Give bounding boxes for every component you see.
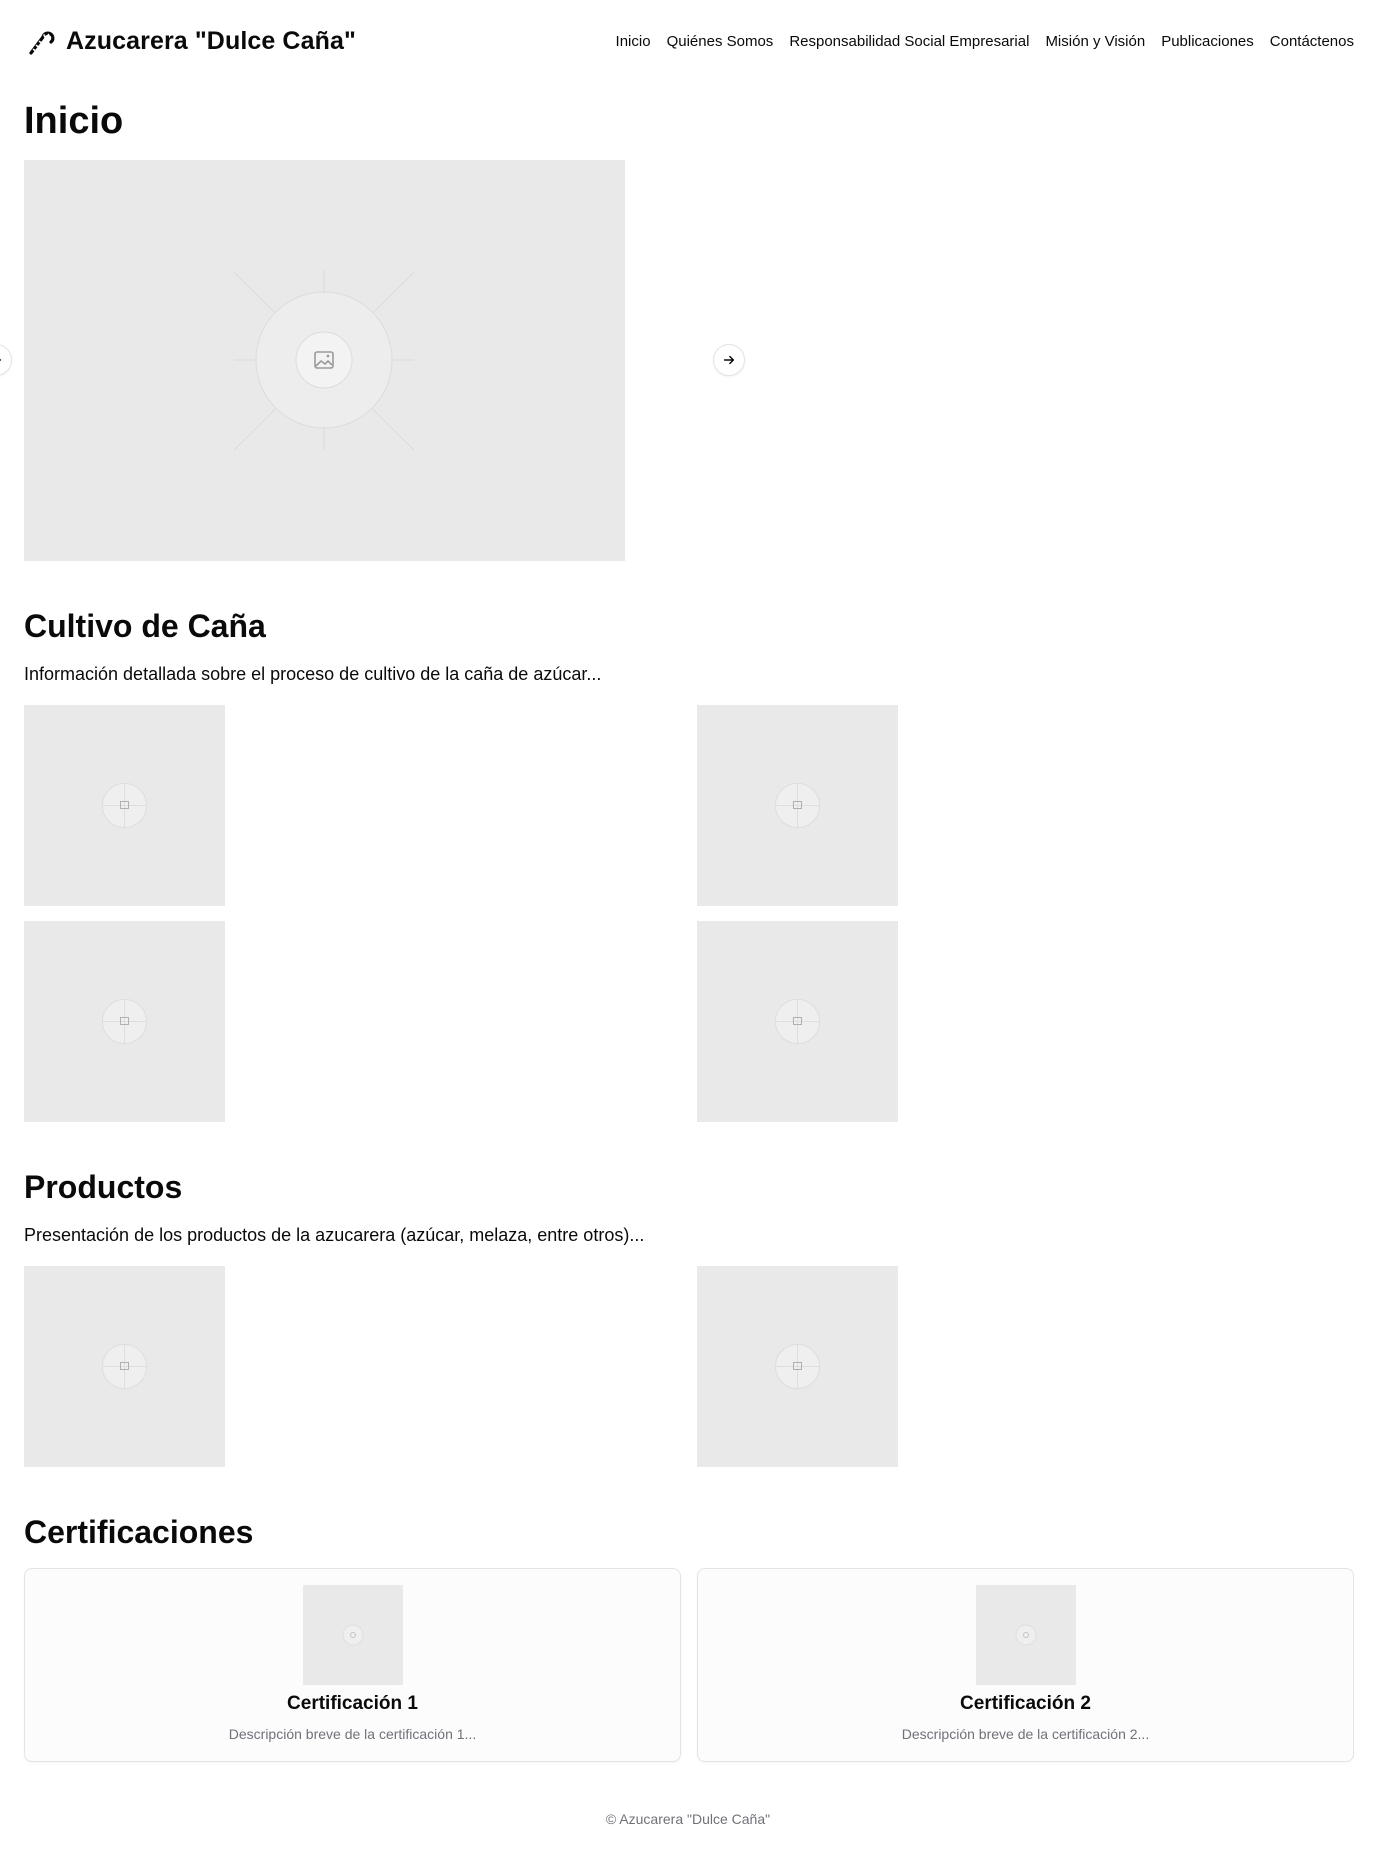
brand[interactable]: Azucarera "Dulce Caña" [24,25,356,57]
carousel-slide[interactable] [24,160,625,561]
main-nav: Inicio Quiénes Somos Responsabilidad Soc… [616,33,1354,50]
site-header: Azucarera "Dulce Caña" Inicio Quiénes So… [24,24,1354,58]
cultivo-description: Información detallada sobre el proceso d… [24,664,602,684]
certificacion-title: Certificación 2 [960,1693,1091,1714]
inicio-heading: Inicio [24,100,124,142]
nav-publicaciones[interactable]: Publicaciones [1161,33,1254,50]
arrow-left-icon [0,359,2,361]
productos-heading: Productos [24,1169,183,1205]
certificacion-card-1: Certificación 1 Descripción breve de la … [24,1568,681,1762]
nav-contactenos[interactable]: Contáctenos [1270,33,1354,50]
carousel-prev-button[interactable] [0,344,12,376]
carousel-next-button[interactable] [713,344,745,376]
producto-image-2 [697,1266,898,1467]
certificacion-card-2: Certificación 2 Descripción breve de la … [697,1568,1354,1762]
producto-image-1 [24,1266,225,1467]
cultivo-image-1 [24,705,225,906]
cultivo-image-2 [697,705,898,906]
certificacion-image-2 [975,1585,1076,1685]
cultivo-image-3 [24,921,225,1122]
nav-mision-vision[interactable]: Misión y Visión [1045,33,1145,50]
nav-responsabilidad-social[interactable]: Responsabilidad Social Empresarial [789,33,1029,50]
cultivo-image-4 [697,921,898,1122]
footer-copyright: © Azucarera "Dulce Caña" [605,1811,771,1827]
certificacion-description: Descripción breve de la certificación 2.… [901,1726,1150,1742]
certificacion-description: Descripción breve de la certificación 1.… [228,1726,477,1742]
cultivo-heading: Cultivo de Caña [24,608,266,644]
candy-cane-icon [24,25,56,57]
nav-quienes-somos[interactable]: Quiénes Somos [667,33,774,50]
certificacion-title: Certificación 1 [287,1693,418,1714]
certificaciones-heading: Certificaciones [24,1514,254,1550]
certificacion-image-1 [302,1585,403,1685]
productos-description: Presentación de los productos de la azuc… [24,1225,645,1245]
nav-inicio[interactable]: Inicio [616,33,651,50]
image-placeholder-icon [233,270,415,451]
brand-name: Azucarera "Dulce Caña" [66,26,356,55]
arrow-right-icon [723,355,735,365]
